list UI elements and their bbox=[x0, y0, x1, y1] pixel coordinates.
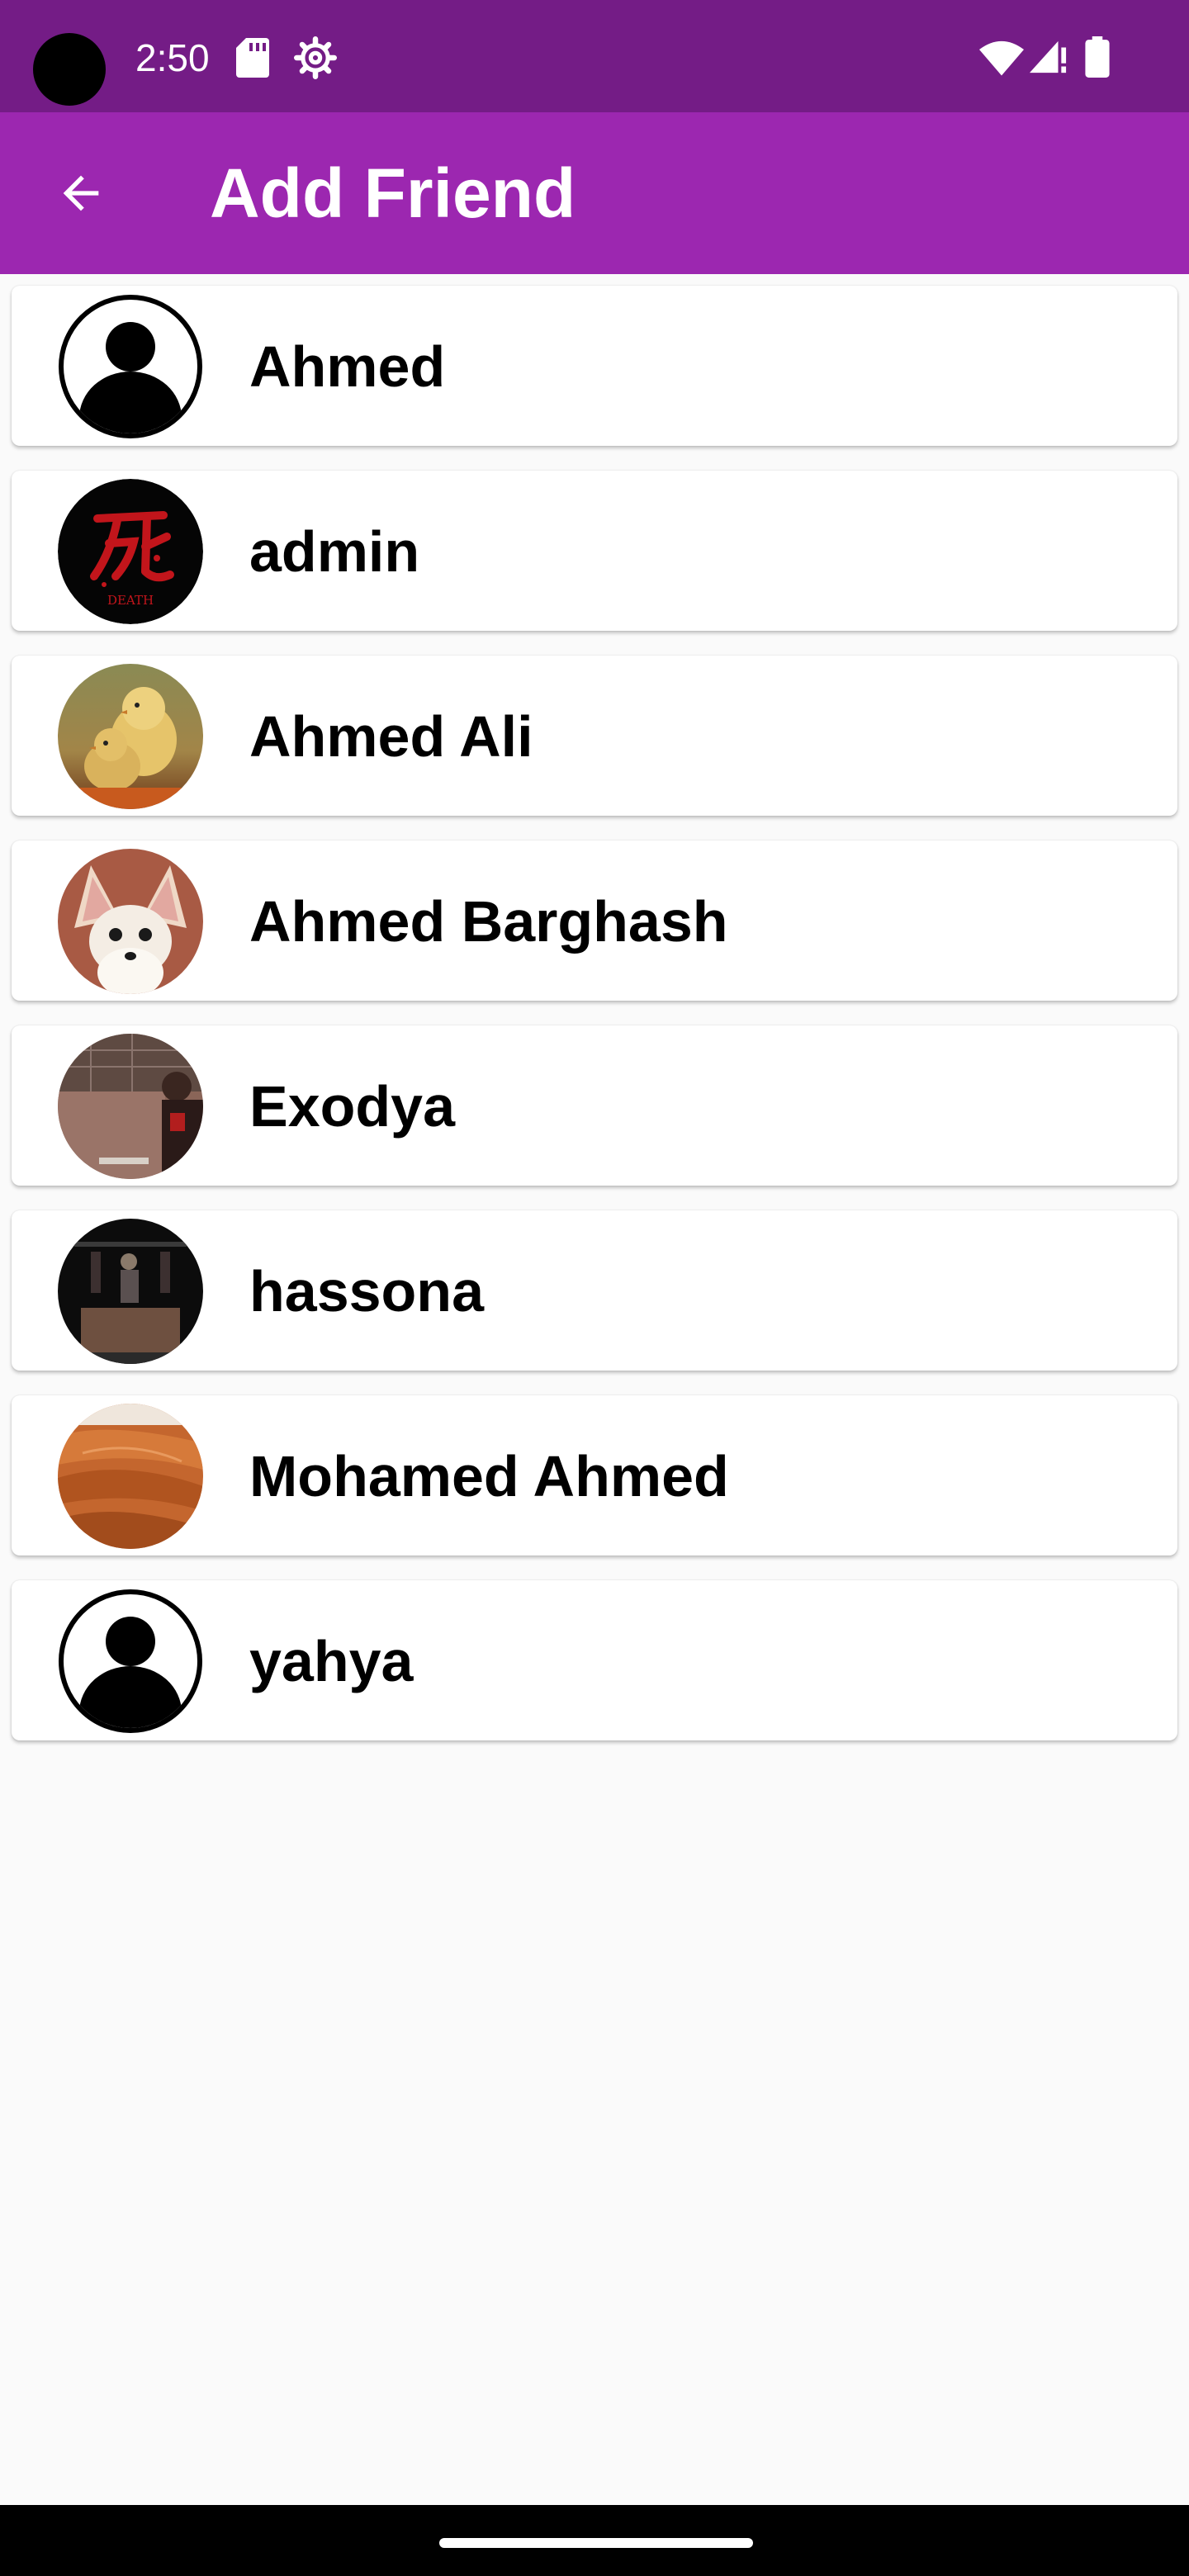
user-list-item[interactable]: Ahmed bbox=[12, 286, 1177, 446]
avatar: DEATH bbox=[58, 479, 203, 624]
user-list-item[interactable]: yahya bbox=[12, 1580, 1177, 1740]
avatar bbox=[58, 1034, 203, 1179]
avatar bbox=[58, 1404, 203, 1549]
arrow-left-icon bbox=[63, 175, 99, 211]
user-name: Exodya bbox=[249, 1074, 455, 1139]
app-bar: Add Friend bbox=[0, 112, 1189, 274]
settings-icon bbox=[294, 36, 337, 79]
user-list-item[interactable]: Mohamed Ahmed bbox=[12, 1395, 1177, 1556]
fennec-fox-photo-avatar-icon bbox=[58, 849, 203, 994]
avatar bbox=[58, 1589, 203, 1734]
sd-card-icon bbox=[236, 38, 269, 78]
user-name: Ahmed Ali bbox=[249, 704, 533, 769]
default-person-avatar-icon bbox=[59, 1589, 202, 1733]
user-name: hassona bbox=[249, 1259, 484, 1324]
user-name: yahya bbox=[249, 1629, 414, 1693]
user-name: Mohamed Ahmed bbox=[249, 1444, 729, 1508]
avatar bbox=[58, 1219, 203, 1364]
default-person-avatar-icon bbox=[59, 295, 202, 438]
user-name: Ahmed Barghash bbox=[249, 889, 728, 954]
page-title: Add Friend bbox=[210, 154, 576, 232]
signal-icon bbox=[1030, 40, 1067, 73]
home-gesture-handle[interactable] bbox=[439, 2538, 753, 2548]
status-bar: 2:50 bbox=[0, 0, 1189, 112]
person-photo-avatar-icon bbox=[58, 1034, 203, 1179]
avatar bbox=[58, 849, 203, 994]
avatar bbox=[58, 664, 203, 809]
user-name: admin bbox=[249, 519, 420, 584]
death-kanji-avatar-icon: DEATH bbox=[58, 479, 203, 624]
back-button[interactable] bbox=[41, 154, 121, 233]
camera-cutout bbox=[33, 33, 106, 106]
dark-scene-photo-avatar-icon bbox=[58, 1219, 203, 1364]
desert-dunes-photo-avatar-icon bbox=[58, 1404, 203, 1549]
user-list-item[interactable]: Exodya bbox=[12, 1025, 1177, 1186]
battery-icon bbox=[1085, 36, 1110, 78]
user-list-item[interactable]: Ahmed Ali bbox=[12, 656, 1177, 816]
user-list-item[interactable]: DEATH admin bbox=[12, 471, 1177, 631]
navigation-bar bbox=[0, 2505, 1189, 2576]
svg-text:DEATH: DEATH bbox=[107, 593, 154, 608]
user-list-item[interactable]: hassona bbox=[12, 1210, 1177, 1371]
user-name: Ahmed bbox=[249, 334, 446, 399]
status-time: 2:50 bbox=[135, 36, 210, 79]
user-list-item[interactable]: Ahmed Barghash bbox=[12, 841, 1177, 1001]
chicks-photo-avatar-icon bbox=[58, 664, 203, 809]
wifi-icon bbox=[979, 40, 1024, 76]
user-list: Ahmed DEATH admin Ahmed Ali Ahmed Bargha… bbox=[12, 286, 1177, 1765]
avatar bbox=[58, 294, 203, 439]
